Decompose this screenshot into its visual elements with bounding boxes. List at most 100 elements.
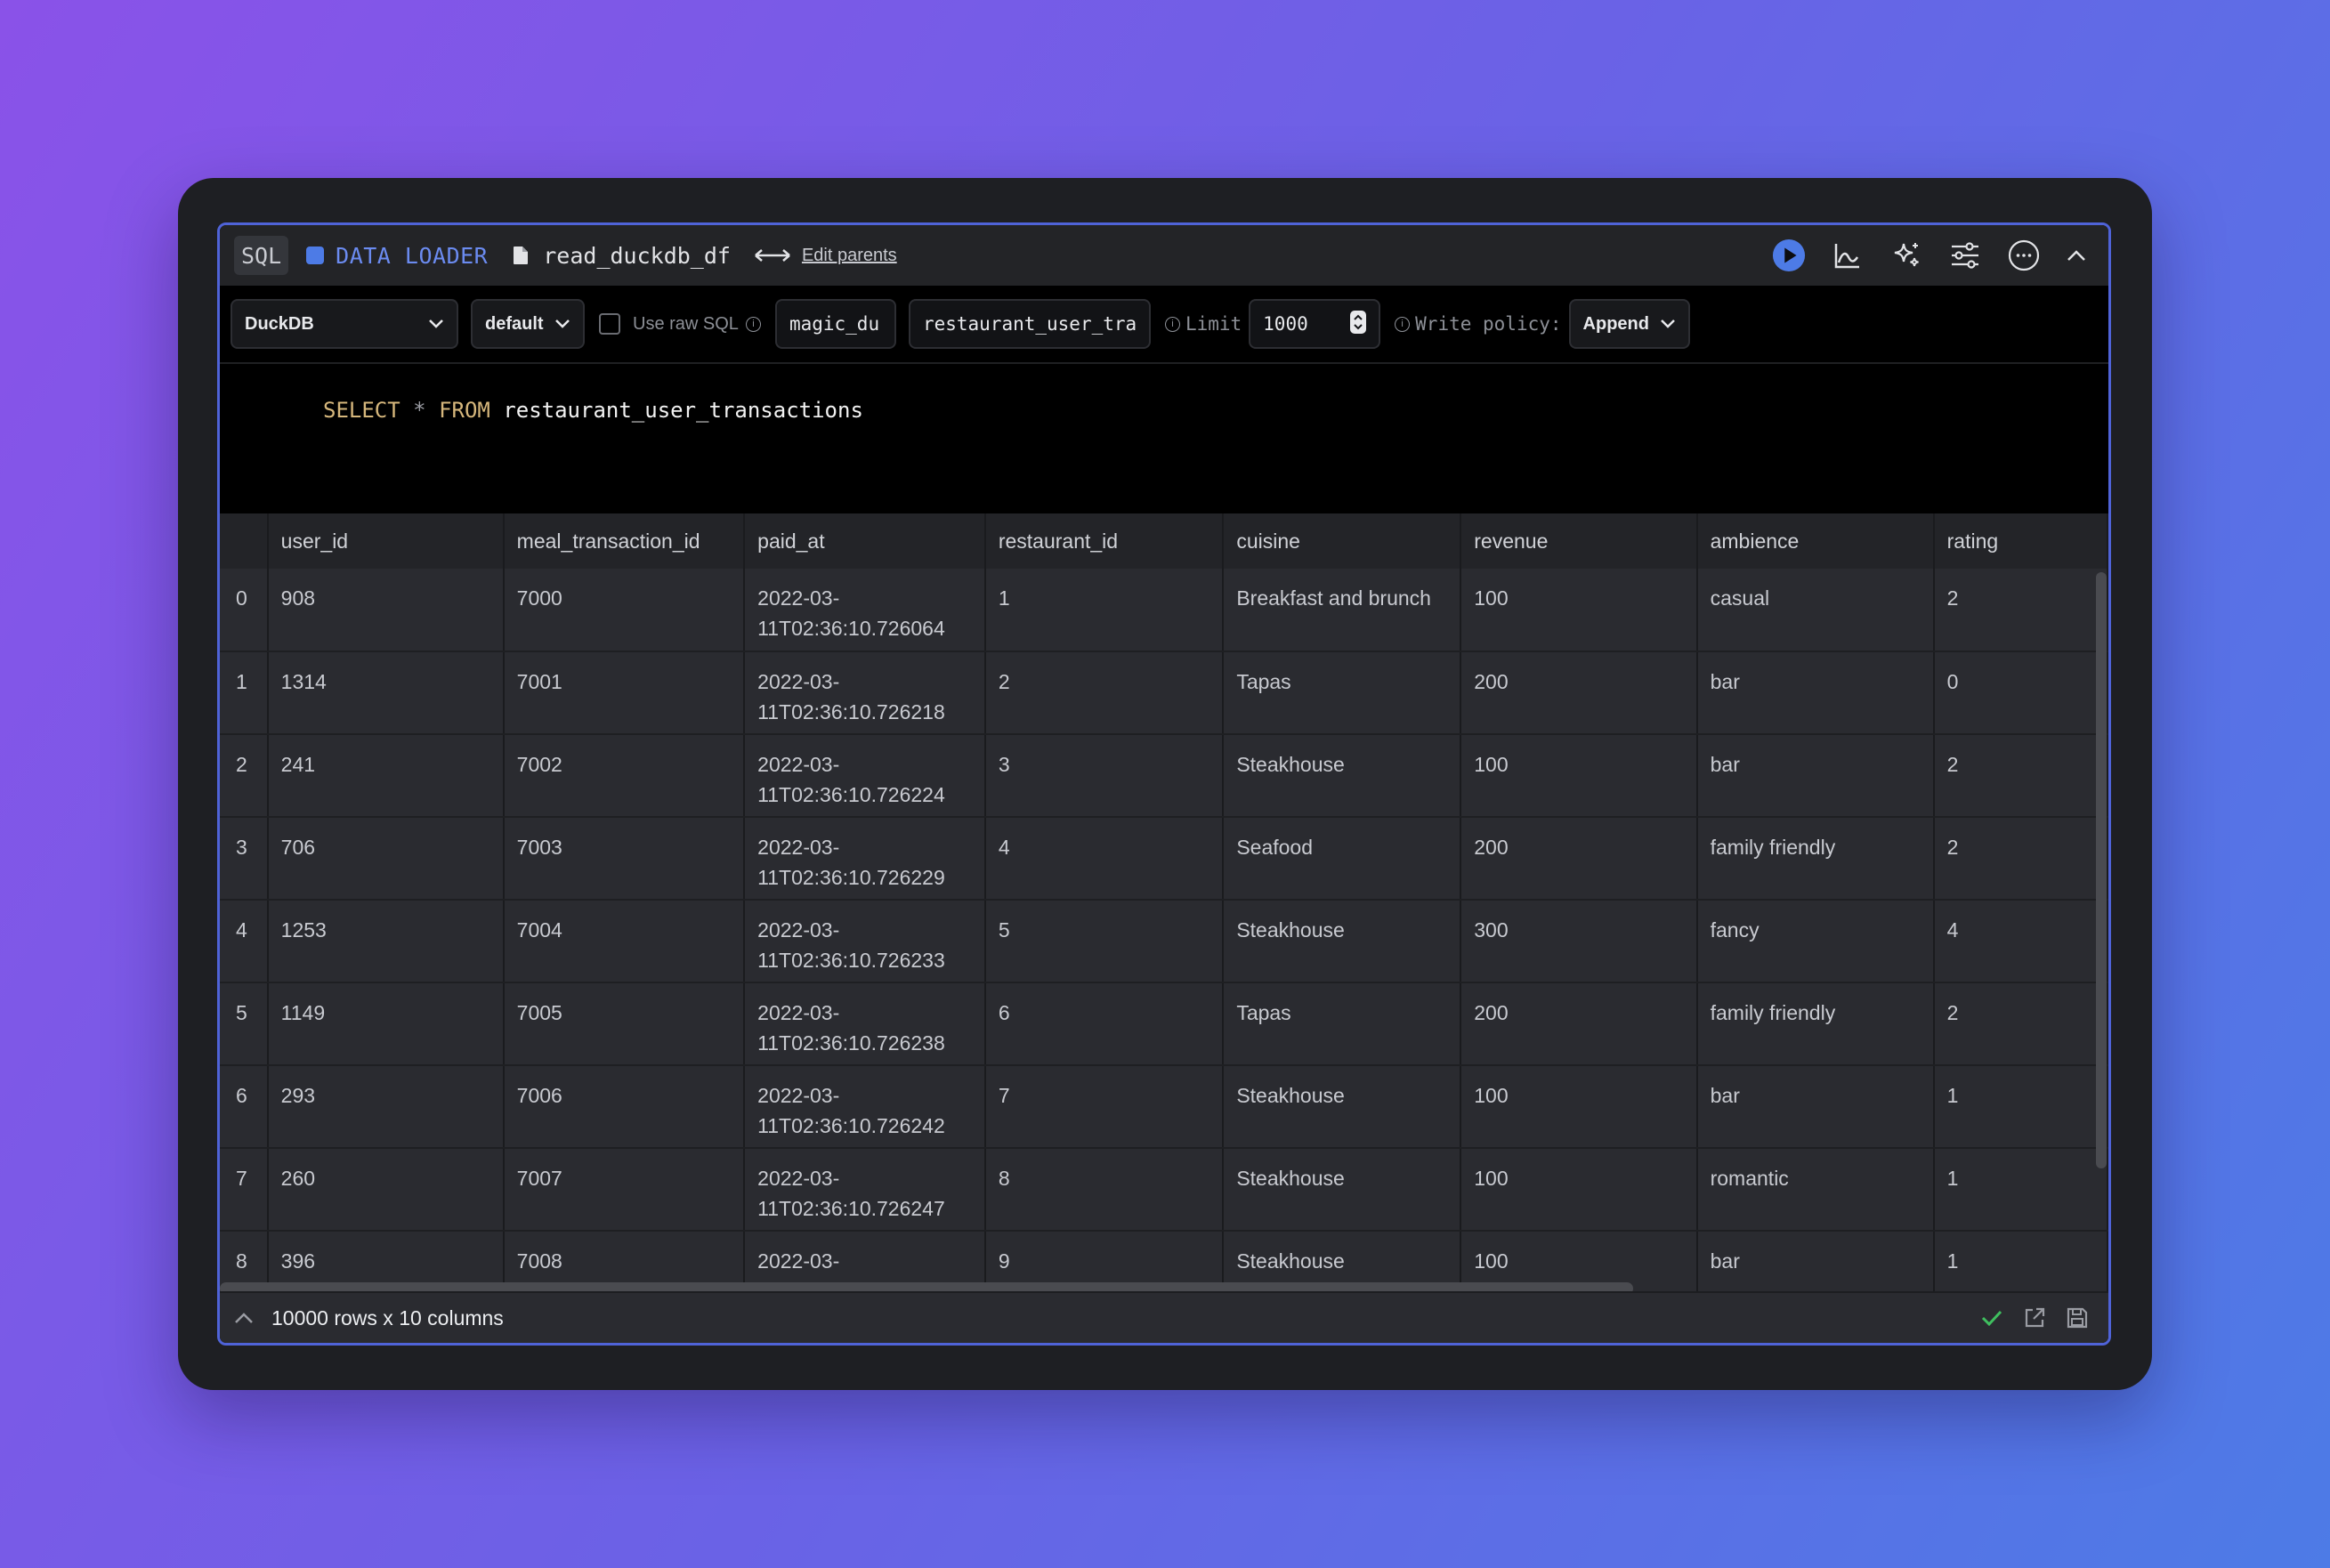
- raw-sql-checkbox[interactable]: [599, 313, 620, 335]
- cell-value-line: 2022-03-: [757, 836, 840, 859]
- table-row[interactable]: 4 1253 7004 2022-03- 11T02:36:10.726233 5 Stea…: [220, 900, 2108, 983]
- cell-value-line: 11T02:36:10.726218: [757, 700, 945, 723]
- table-cell: 2022-03- 11T02:36:10.726242: [744, 1065, 986, 1149]
- cell-value: 7: [236, 1167, 247, 1190]
- vertical-scrollbar[interactable]: [2096, 572, 2107, 1168]
- cell-value: 300: [1474, 918, 1509, 942]
- cell-value: 4: [1946, 918, 1959, 942]
- table-cell: 908: [267, 569, 505, 652]
- table-cell: 1: [1933, 1231, 2108, 1297]
- cell-value: Steakhouse: [1236, 1167, 1345, 1190]
- write-policy-value: Append: [1582, 313, 1649, 334]
- column-header[interactable]: user_id: [267, 513, 505, 569]
- cell-value-line: 2022-03-: [757, 1084, 840, 1107]
- table-row[interactable]: 7 260 7007 2022-03- 11T02:36:10.726247 8 Steak…: [220, 1148, 2108, 1232]
- run-button[interactable]: [1772, 238, 1806, 272]
- cell-value: 0: [1946, 670, 1959, 693]
- cell-value: 7007: [516, 1167, 562, 1190]
- cell-value: 4: [236, 918, 247, 942]
- table-row[interactable]: 5 1149 7005 2022-03- 11T02:36:10.726238 6 Tapa…: [220, 982, 2108, 1066]
- table-cell: 0: [220, 569, 269, 652]
- cell-value-line: 2022-03-: [757, 1001, 840, 1024]
- chevron-down-icon: [428, 314, 444, 335]
- connection-value: DuckDB: [245, 313, 314, 334]
- open-external-icon[interactable]: [2023, 1306, 2046, 1330]
- ai-sparkle-icon[interactable]: [1889, 238, 1923, 272]
- chart-icon[interactable]: [1831, 238, 1865, 272]
- block-header: SQL DATA LOADER read_duckdb_df Edit pare…: [220, 225, 2108, 286]
- table-cell: 2: [220, 734, 269, 818]
- stepper-icon[interactable]: [1350, 310, 1367, 338]
- cell-value: 4: [998, 836, 1010, 859]
- cell-value: 1: [1946, 1167, 1959, 1190]
- write-policy-select[interactable]: Append: [1568, 299, 1690, 349]
- table-row[interactable]: 2 241 7002 2022-03- 11T02:36:10.726224 3 Steak…: [220, 734, 2108, 818]
- cell-value-line: 11T02:36:10.726242: [757, 1114, 945, 1137]
- cell-value: 7008: [516, 1249, 562, 1273]
- table-cell: 3: [220, 817, 269, 901]
- cell-value: romantic: [1710, 1167, 1789, 1190]
- cell-value: family friendly: [1710, 836, 1836, 859]
- table-cell: 706: [267, 817, 505, 901]
- raw-sql-info-icon[interactable]: i: [745, 316, 761, 332]
- table-cell: family friendly: [1696, 817, 1935, 901]
- edit-parents-link[interactable]: Edit parents: [802, 246, 897, 266]
- profile-value: default: [485, 313, 544, 334]
- sql-config-toolbar: DuckDB default Use raw SQL i magic_du re…: [220, 286, 2108, 364]
- language-badge: SQL: [234, 236, 289, 275]
- column-header[interactable]: restaurant_id: [984, 513, 1225, 569]
- schema-value: magic_du: [789, 313, 880, 335]
- table-cell: 200: [1460, 817, 1698, 901]
- limit-info-icon[interactable]: i: [1164, 316, 1180, 332]
- success-check-icon: [1980, 1309, 2003, 1327]
- write-policy-info-icon[interactable]: i: [1395, 316, 1411, 332]
- block-name[interactable]: read_duckdb_df: [543, 243, 731, 269]
- chevron-down-icon: [554, 314, 570, 335]
- output-table-container[interactable]: user_id meal_transaction_id paid_at rest…: [220, 513, 2108, 1297]
- column-header[interactable]: paid_at: [744, 513, 986, 569]
- column-header[interactable]: rating: [1933, 513, 2108, 569]
- save-output-icon[interactable]: [2066, 1306, 2089, 1330]
- cell-value: 2: [236, 753, 247, 776]
- column-header[interactable]: ambience: [1696, 513, 1935, 569]
- table-name-input[interactable]: restaurant_user_tra: [908, 299, 1151, 349]
- table-cell: Tapas: [1223, 982, 1462, 1066]
- column-header[interactable]: revenue: [1460, 513, 1698, 569]
- cell-value: 7001: [516, 670, 562, 693]
- column-header[interactable]: cuisine: [1223, 513, 1462, 569]
- collapse-chevron-up-icon[interactable]: [2066, 238, 2087, 272]
- sql-editor[interactable]: SELECT * FROM restaurant_user_transactio…: [220, 364, 2108, 515]
- table-cell: Steakhouse: [1223, 900, 1462, 983]
- table-row[interactable]: 3 706 7003 2022-03- 11T02:36:10.726229 4 Seafo…: [220, 817, 2108, 901]
- cell-value-line: 11T02:36:10.726238: [757, 1031, 945, 1055]
- column-header[interactable]: meal_transaction_id: [503, 513, 746, 569]
- more-options-icon[interactable]: [2007, 238, 2041, 272]
- table-cell: 7: [984, 1065, 1225, 1149]
- sql-code-line[interactable]: SELECT * FROM restaurant_user_transactio…: [323, 398, 863, 423]
- cell-value: 706: [280, 836, 316, 859]
- table-cell: 7006: [503, 1065, 746, 1149]
- table-cell: 2: [984, 651, 1225, 735]
- table-cell: 7002: [503, 734, 746, 818]
- cell-value: 293: [280, 1084, 316, 1107]
- cell-value: 9: [998, 1249, 1010, 1273]
- cell-value: 2: [1946, 586, 1959, 610]
- cell-value: 7: [998, 1084, 1010, 1107]
- table-row[interactable]: 6 293 7006 2022-03- 11T02:36:10.726242 7 Steak…: [220, 1065, 2108, 1149]
- settings-sliders-icon[interactable]: [1948, 238, 1982, 272]
- profile-select[interactable]: default: [471, 299, 585, 349]
- table-cell: 7004: [503, 900, 746, 983]
- table-row[interactable]: 1 1314 7001 2022-03- 11T02:36:10.726218 2 Tapa…: [220, 651, 2108, 735]
- table-row[interactable]: 0 908 7000 2022-03- 11T02:36:10.726064 1 Break…: [220, 569, 2108, 652]
- limit-input[interactable]: 1000: [1249, 299, 1381, 349]
- cell-value: 0: [236, 586, 247, 610]
- cell-value: 8: [236, 1249, 247, 1273]
- expand-output-chevron-up-icon[interactable]: [234, 1312, 254, 1324]
- connection-select[interactable]: DuckDB: [231, 299, 458, 349]
- edit-parents-arrow-icon: [754, 247, 791, 264]
- cell-value: 2: [998, 670, 1010, 693]
- table-cell: 1: [1933, 1148, 2108, 1232]
- cell-value-line: 11T02:36:10.726229: [757, 866, 945, 889]
- schema-input[interactable]: magic_du: [774, 299, 896, 349]
- table-cell: Steakhouse: [1223, 1065, 1462, 1149]
